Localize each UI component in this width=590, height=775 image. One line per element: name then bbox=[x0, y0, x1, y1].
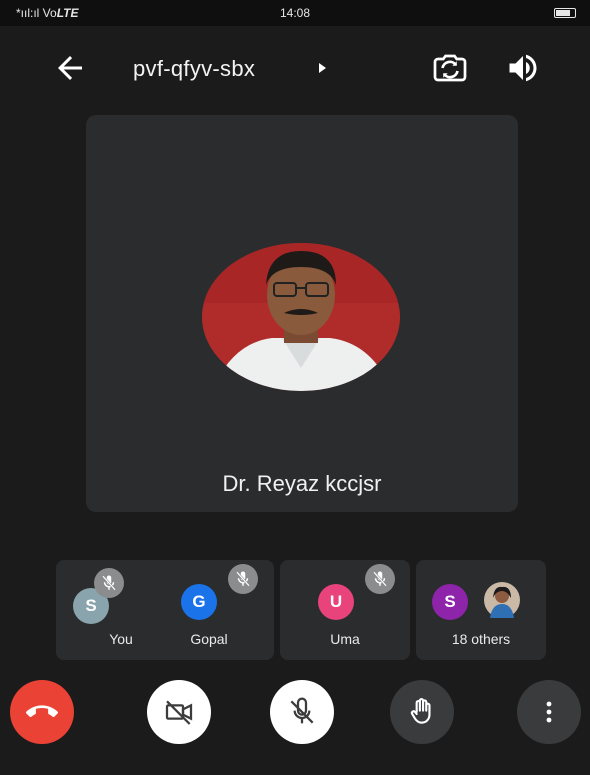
muted-mic-icon bbox=[228, 564, 258, 594]
more-vertical-icon bbox=[546, 701, 552, 723]
participant-tile-uma[interactable]: U Uma bbox=[280, 560, 410, 660]
phone-hangup-icon bbox=[26, 705, 58, 718]
camera-off-icon bbox=[165, 700, 193, 725]
meeting-code[interactable]: pvf-qfyv-sbx bbox=[133, 56, 255, 82]
participant-name: Gopal bbox=[190, 631, 228, 647]
end-call-button[interactable] bbox=[10, 680, 74, 744]
participant-strip: S You G Gopal U Uma S 18 others bbox=[56, 560, 548, 660]
status-bar: *ııl:ıl VoLTE 14:08 bbox=[0, 0, 590, 26]
flip-camera-icon[interactable] bbox=[432, 50, 468, 86]
avatar: G bbox=[181, 584, 217, 620]
participant-name: 18 others bbox=[451, 631, 511, 647]
presenter-tile[interactable]: Dr. Reyaz kccjsr bbox=[86, 115, 518, 512]
participant-name: Uma bbox=[330, 631, 360, 647]
presenter-name: Dr. Reyaz kccjsr bbox=[222, 471, 382, 496]
camera-toggle-button[interactable] bbox=[147, 680, 211, 744]
more-options-button[interactable] bbox=[517, 680, 581, 744]
mic-off-icon bbox=[290, 697, 314, 724]
participant-tile-gopal[interactable]: G Gopal bbox=[144, 560, 274, 660]
participant-photo bbox=[484, 582, 520, 618]
raise-hand-icon bbox=[410, 698, 431, 724]
mic-toggle-button[interactable] bbox=[270, 680, 334, 744]
avatar: S bbox=[432, 584, 468, 620]
back-arrow-icon[interactable] bbox=[52, 50, 88, 86]
raise-hand-button[interactable] bbox=[390, 680, 454, 744]
participant-tile-others[interactable]: S 18 others bbox=[416, 560, 546, 660]
call-controls bbox=[0, 680, 590, 750]
avatar: U bbox=[318, 584, 354, 620]
battery-icon bbox=[554, 8, 576, 18]
speaker-icon[interactable] bbox=[505, 50, 541, 86]
muted-mic-icon bbox=[94, 568, 124, 598]
muted-mic-icon bbox=[365, 564, 395, 594]
presenter-photo bbox=[202, 243, 400, 391]
clock: 14:08 bbox=[280, 6, 311, 20]
caret-right-icon[interactable] bbox=[318, 62, 328, 74]
top-bar: pvf-qfyv-sbx bbox=[0, 40, 590, 96]
carrier-signal: *ııl:ıl VoLTE bbox=[16, 6, 79, 20]
